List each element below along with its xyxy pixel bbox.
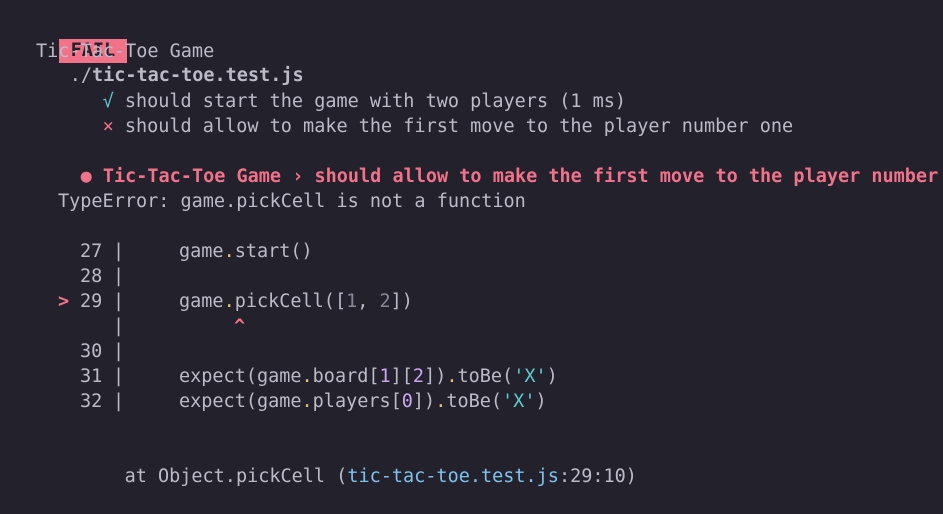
cross-icon: ×	[102, 116, 114, 137]
line-number: 28	[80, 266, 103, 287]
error-pointer: ^	[234, 316, 246, 337]
test-title: should allow to make the first move to t…	[124, 116, 794, 137]
code-text: expect(game.board[1][2]).toBe('X')	[179, 366, 558, 387]
code-text: game.pickCell([1, 2])	[179, 291, 413, 312]
failure-test: should allow to make the first move to t…	[314, 166, 943, 187]
stack-prefix: at Object.pickCell (	[124, 466, 348, 487]
line-number: 27	[80, 241, 103, 262]
separator-icon: ›	[292, 166, 304, 187]
failure-heading: ● Tic-Tac-Toe Game › should allow to mak…	[36, 139, 943, 187]
stack-location: :29:10	[558, 466, 626, 487]
suite-name: Tic-Tac-Toe Game	[36, 41, 215, 62]
code-text: expect(game.players[0]).toBe('X')	[179, 391, 547, 412]
code-text: game.start()	[179, 241, 313, 262]
line-number: 32	[80, 391, 103, 412]
line-number: 31	[80, 366, 103, 387]
stack-suffix: )	[625, 466, 637, 487]
bullet-icon: ●	[80, 166, 92, 187]
stack-file-link[interactable]: tic-tac-toe.test.js	[347, 466, 559, 487]
test-result-pass: √ should start the game with two players…	[58, 64, 627, 112]
terminal-output: FAIL ./tic-tac-toe.test.js Tic-Tac-Toe G…	[0, 0, 943, 487]
stack-trace: at Object.pickCell (tic-tac-toe.test.js:…	[80, 439, 637, 487]
line-number: 29	[80, 291, 103, 312]
line-number: 30	[80, 341, 103, 362]
test-file-header: FAIL ./tic-tac-toe.test.js	[14, 13, 304, 86]
failure-suite: Tic-Tac-Toe Game	[102, 166, 282, 187]
error-message: TypeError: game.pickCell is not a functi…	[58, 191, 526, 212]
code-line-highlighted: >29 | game.pickCell([1, 2])	[58, 291, 413, 312]
test-result-fail: × should allow to make the first move to…	[58, 89, 794, 137]
line-marker: >	[58, 291, 70, 312]
